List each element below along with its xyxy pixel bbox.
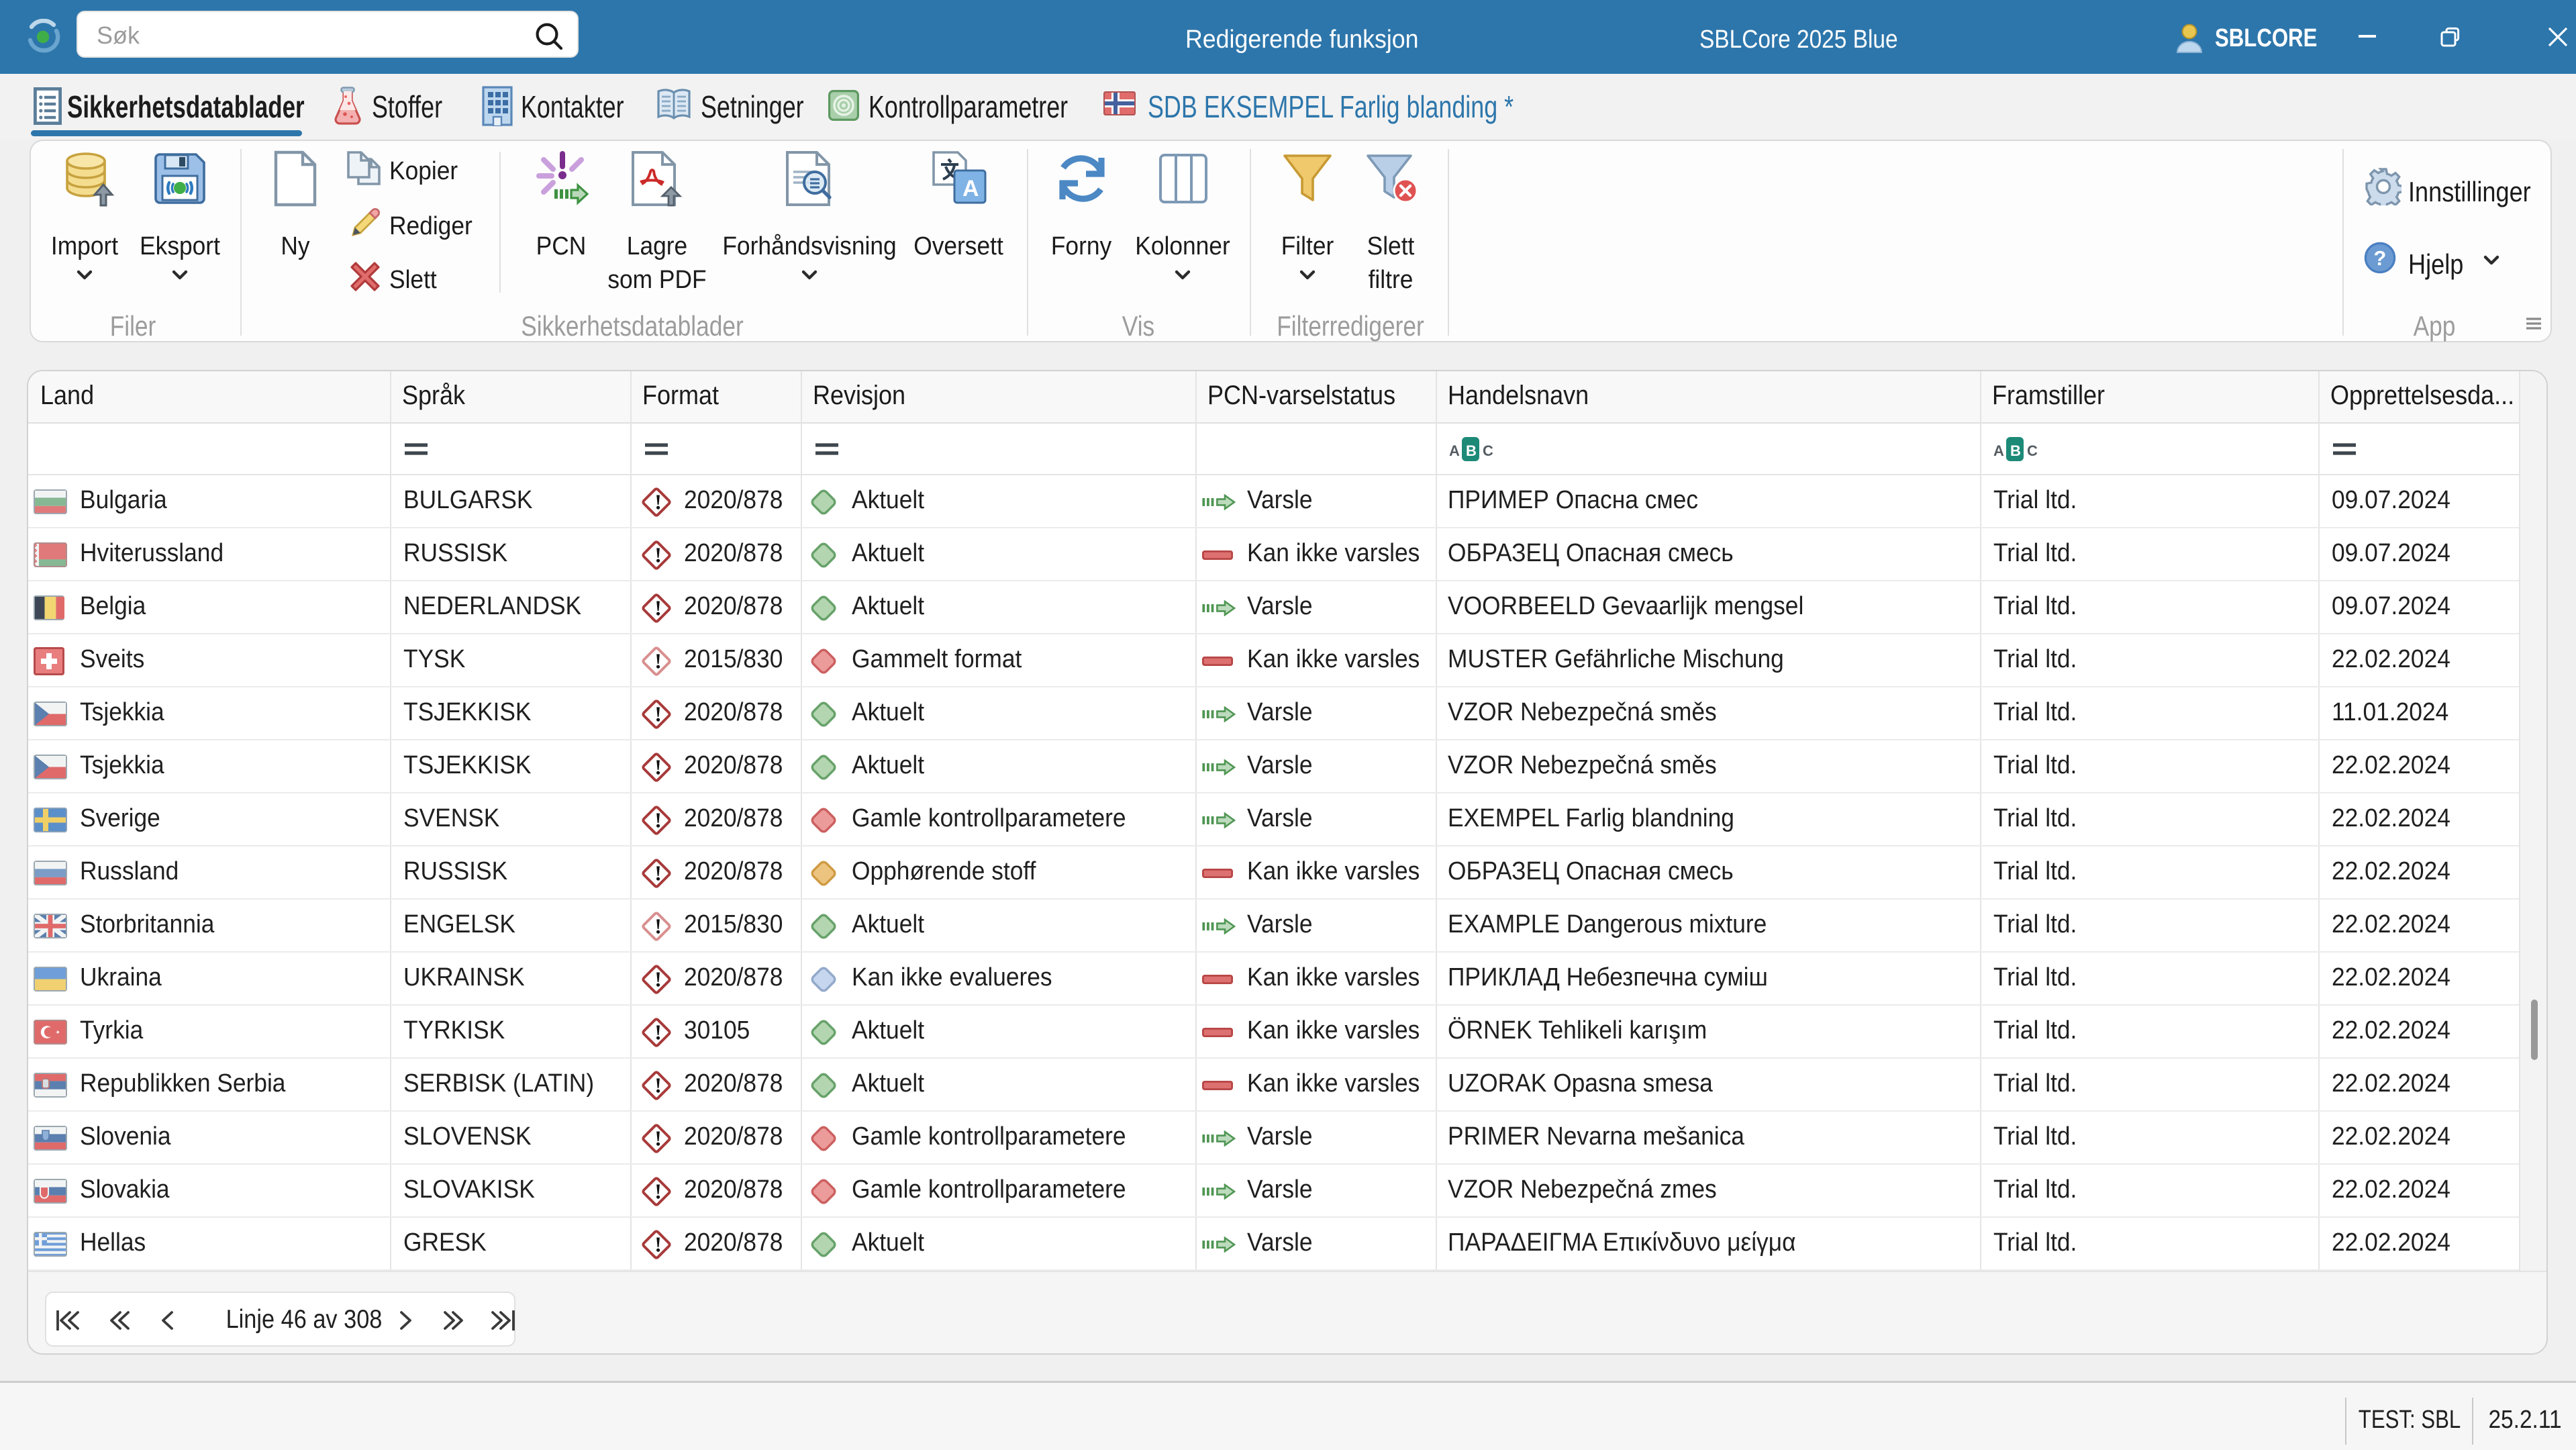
svg-text:!: ! [654,648,662,673]
svg-text:A: A [1993,442,2004,459]
svg-text:B: B [1466,442,1477,459]
svg-text:B: B [2010,442,2021,459]
svg-text:!: ! [654,755,662,779]
svg-text:!: ! [654,1126,662,1150]
svg-text:!: ! [654,1020,662,1044]
svg-text:!: ! [654,808,662,832]
svg-text:!: ! [654,595,662,620]
svg-text:!: ! [654,1073,662,1097]
svg-text:!: ! [654,702,662,726]
svg-text:!: ! [654,1232,662,1256]
svg-text:C: C [2027,442,2038,459]
svg-text:C: C [1483,442,1493,459]
svg-text:!: ! [654,967,662,991]
svg-text:?: ? [2373,246,2386,270]
svg-text:!: ! [654,542,662,567]
svg-text:!: ! [654,861,662,885]
svg-text:!: ! [654,914,662,938]
svg-text:!: ! [654,1179,662,1203]
svg-text:A: A [962,176,979,201]
svg-text:A: A [1449,442,1460,459]
svg-text:!: ! [654,489,662,514]
